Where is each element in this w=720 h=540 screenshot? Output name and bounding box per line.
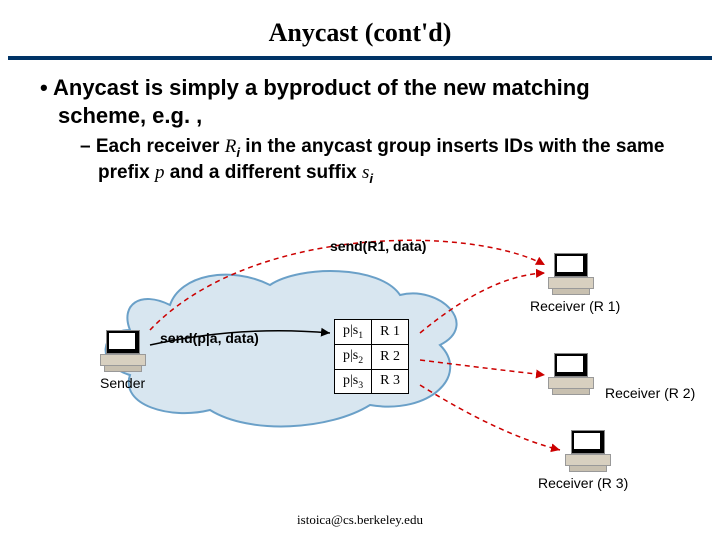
- cell-prefix-2: p|s2: [335, 344, 372, 369]
- receiver3-computer-icon: [565, 430, 613, 468]
- cell-prefix-1: p|s1: [335, 320, 372, 345]
- table-row: p|s2 R 2: [335, 344, 409, 369]
- cell-rid-3: R 3: [372, 369, 409, 394]
- id-table: p|s1 R 1 p|s2 R 2 p|s3 R 3: [334, 319, 409, 394]
- diagram-area: p|s1 R 1 p|s2 R 2 p|s3 R 3 send(R1, data…: [0, 235, 720, 495]
- var-R: R: [225, 136, 237, 157]
- var-p: p: [155, 162, 165, 183]
- footer-email: istoica@cs.berkeley.edu: [0, 512, 720, 528]
- receiver3-label: Receiver (R 3): [538, 475, 628, 491]
- b2-mid2: and a different suffix: [165, 162, 362, 183]
- table-row: p|s1 R 1: [335, 320, 409, 345]
- cell-prefix-3: p|s3: [335, 369, 372, 394]
- send-top-label: send(R1, data): [330, 238, 426, 254]
- cell-rid-2: R 2: [372, 344, 409, 369]
- b2-pre: – Each receiver: [80, 136, 225, 157]
- cell-rid-1: R 1: [372, 320, 409, 345]
- sender-computer-icon: [100, 330, 148, 368]
- var-s-sub: i: [369, 171, 373, 186]
- sender-label: Sender: [100, 375, 145, 391]
- slide-title: Anycast (cont'd): [0, 0, 720, 56]
- table-row: p|s3 R 3: [335, 369, 409, 394]
- bullet-level1: • Anycast is simply a byproduct of the n…: [18, 74, 720, 135]
- receiver2-label: Receiver (R 2): [605, 385, 695, 401]
- send-left-label: send(p|a, data): [160, 330, 259, 346]
- receiver2-computer-icon: [548, 353, 596, 391]
- bullet-level2: – Each receiver Ri in the anycast group …: [18, 135, 720, 192]
- title-rule: [8, 56, 712, 60]
- receiver1-label: Receiver (R 1): [530, 298, 620, 314]
- receiver1-computer-icon: [548, 253, 596, 291]
